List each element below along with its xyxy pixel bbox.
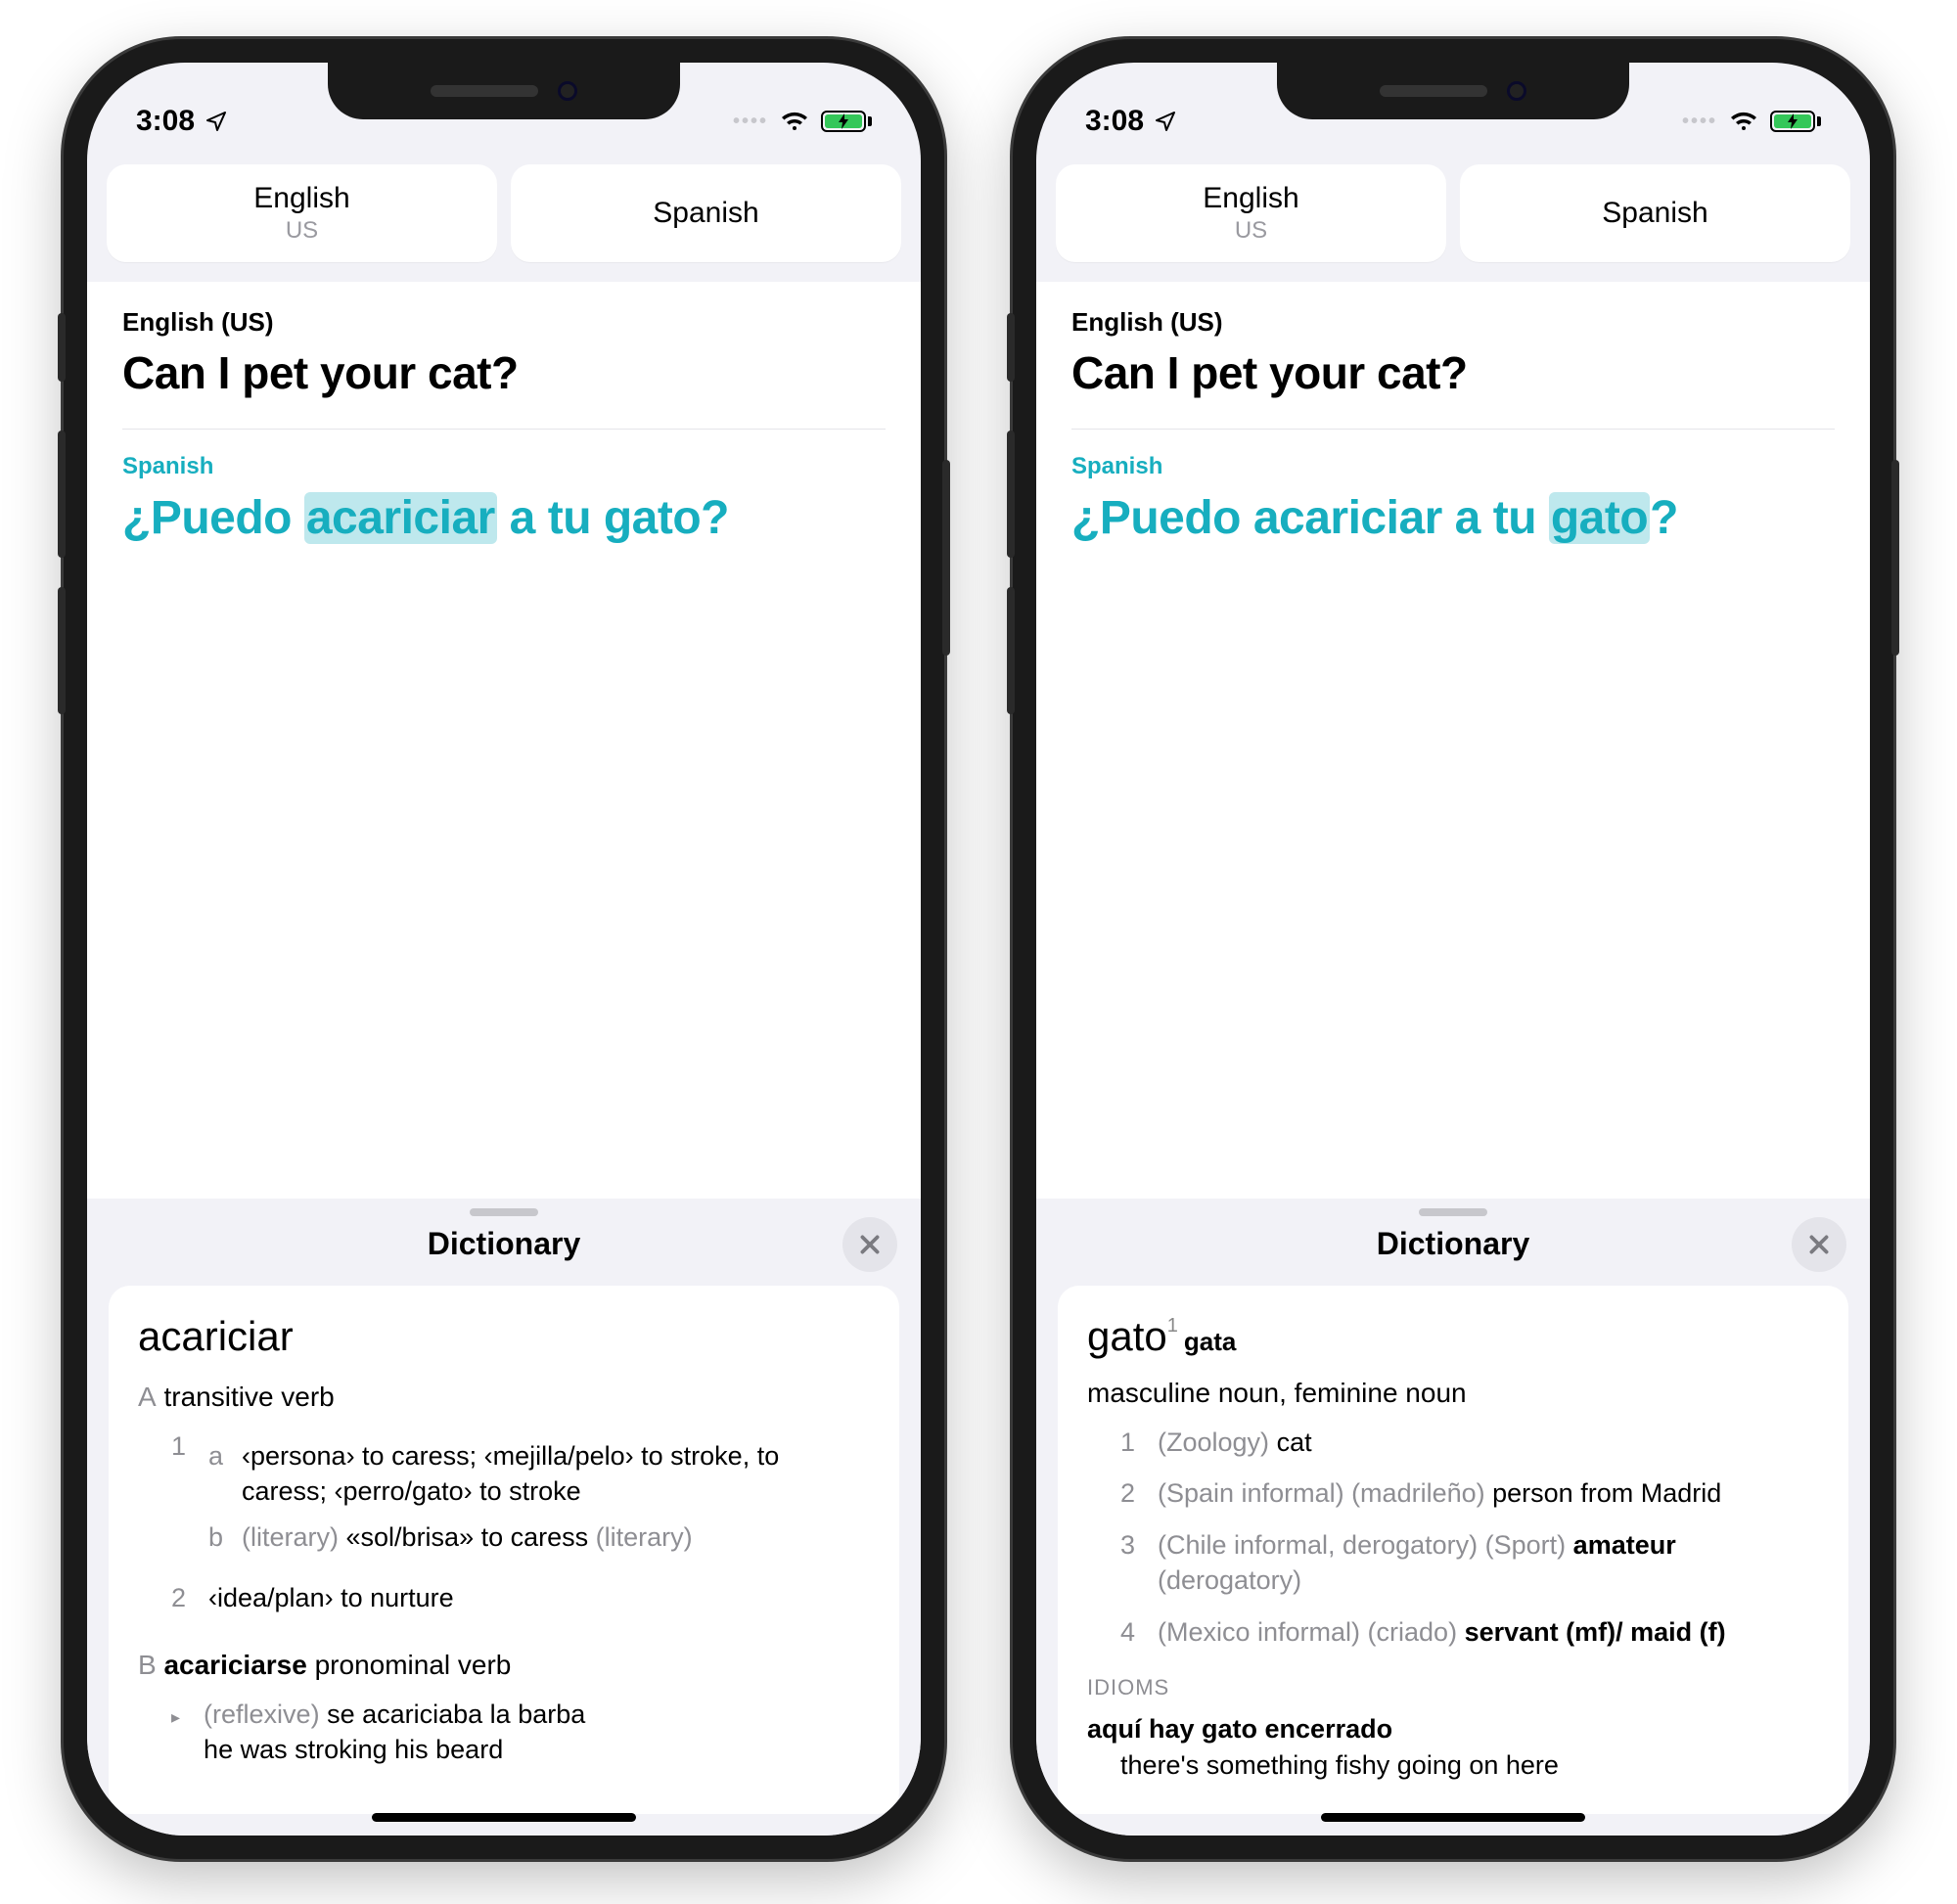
dictionary-card[interactable]: gato1gata masculine noun, feminine noun …: [1058, 1286, 1848, 1814]
idiom-headword: aquí hay gato encerrado: [1087, 1714, 1819, 1745]
volume-up-button[interactable]: [58, 431, 66, 558]
highlighted-word[interactable]: acariciar: [304, 492, 497, 544]
target-label: Spanish: [122, 453, 886, 480]
volume-down-button[interactable]: [58, 587, 66, 714]
target-language-name: Spanish: [653, 197, 758, 230]
sheet-title: Dictionary: [428, 1226, 580, 1262]
language-selector-bar: English US Spanish: [87, 151, 921, 282]
part-of-speech: masculine noun, feminine noun: [1087, 1378, 1819, 1409]
source-text[interactable]: Can I pet your cat?: [122, 347, 886, 399]
sheet-grabber[interactable]: [87, 1199, 921, 1216]
source-language-sub: US: [286, 217, 318, 245]
idioms-header: IDIOMS: [1087, 1675, 1819, 1700]
side-button[interactable]: [942, 460, 950, 656]
sense-section-a: A transitive verb: [138, 1382, 870, 1413]
mute-switch[interactable]: [1007, 313, 1015, 382]
source-text[interactable]: Can I pet your cat?: [1071, 347, 1835, 399]
source-language-name: English: [253, 182, 349, 215]
target-text[interactable]: ¿Puedo acariciar a tu gato?: [122, 490, 886, 547]
dictionary-card[interactable]: acariciar A transitive verb 1 a ‹persona…: [109, 1286, 899, 1814]
translation-content: English (US) Can I pet your cat? Spanish…: [1036, 282, 1870, 1199]
phone-frame-right: 3:08 •••• English US Spanish: [1013, 39, 1893, 1859]
volume-up-button[interactable]: [1007, 431, 1015, 558]
highlighted-word[interactable]: gato: [1549, 492, 1650, 544]
home-indicator[interactable]: [372, 1813, 636, 1822]
source-label: English (US): [1071, 307, 1835, 338]
source-language-button[interactable]: English US: [107, 164, 497, 262]
sheet-grabber[interactable]: [1036, 1199, 1870, 1216]
target-language-button[interactable]: Spanish: [511, 164, 901, 262]
close-button[interactable]: [842, 1217, 897, 1272]
status-time: 3:08: [1085, 105, 1144, 138]
location-icon: [1154, 110, 1177, 133]
battery-icon: [1770, 111, 1821, 132]
divider: [122, 429, 886, 430]
cell-signal-icon: ••••: [1682, 111, 1717, 133]
source-label: English (US): [122, 307, 886, 338]
idiom-definition: there's something fishy going on here: [1087, 1750, 1819, 1781]
sub-sense: a ‹persona› to caress; ‹mejilla/pelo› to…: [208, 1438, 870, 1510]
target-label: Spanish: [1071, 453, 1835, 480]
sheet-title: Dictionary: [1377, 1226, 1529, 1262]
side-button[interactable]: [1891, 460, 1899, 656]
sense-item: 1 (Zoology) cat: [1120, 1425, 1819, 1460]
mute-switch[interactable]: [58, 313, 66, 382]
example: ▸ (reflexive) se acariciaba la barba he …: [171, 1697, 870, 1768]
target-language-name: Spanish: [1602, 197, 1707, 230]
sense-item: 2 ‹idea/plan› to nurture: [171, 1580, 870, 1615]
dictionary-sheet[interactable]: Dictionary gato1gata masculine noun, fem…: [1036, 1199, 1870, 1836]
close-icon: [857, 1232, 883, 1257]
dictionary-sheet[interactable]: Dictionary acariciar A transitive verb 1…: [87, 1199, 921, 1836]
source-language-name: English: [1203, 182, 1298, 215]
headword: gato1gata: [1087, 1313, 1819, 1360]
cell-signal-icon: ••••: [733, 111, 768, 133]
phone-frame-left: 3:08 •••• English US Spanish: [64, 39, 944, 1859]
wifi-icon: [1729, 111, 1758, 132]
sense-item: 4 (Mexico informal) (criado) servant (mf…: [1120, 1614, 1819, 1650]
sub-sense: b (literary) «sol/brisa» to caress (lite…: [208, 1519, 870, 1555]
close-button[interactable]: [1792, 1217, 1846, 1272]
volume-down-button[interactable]: [1007, 587, 1015, 714]
source-language-button[interactable]: English US: [1056, 164, 1446, 262]
close-icon: [1806, 1232, 1832, 1257]
notch: [328, 63, 680, 119]
status-time: 3:08: [136, 105, 195, 138]
sense-item: 3 (Chile informal, derogatory) (Sport) a…: [1120, 1527, 1819, 1599]
sense-item: 1 a ‹persona› to caress; ‹mejilla/pelo› …: [171, 1428, 870, 1564]
notch: [1277, 63, 1629, 119]
wifi-icon: [780, 111, 809, 132]
headword: acariciar: [138, 1313, 870, 1360]
divider: [1071, 429, 1835, 430]
home-indicator[interactable]: [1321, 1813, 1585, 1822]
battery-icon: [821, 111, 872, 132]
target-text[interactable]: ¿Puedo acariciar a tu gato?: [1071, 490, 1835, 547]
sense-item: 2 (Spain informal) (madrileño) person fr…: [1120, 1475, 1819, 1511]
translation-content: English (US) Can I pet your cat? Spanish…: [87, 282, 921, 1199]
sense-section-b: B acariciarse pronominal verb: [138, 1650, 870, 1681]
location-icon: [205, 110, 228, 133]
source-language-sub: US: [1235, 217, 1267, 245]
language-selector-bar: English US Spanish: [1036, 151, 1870, 282]
target-language-button[interactable]: Spanish: [1460, 164, 1850, 262]
